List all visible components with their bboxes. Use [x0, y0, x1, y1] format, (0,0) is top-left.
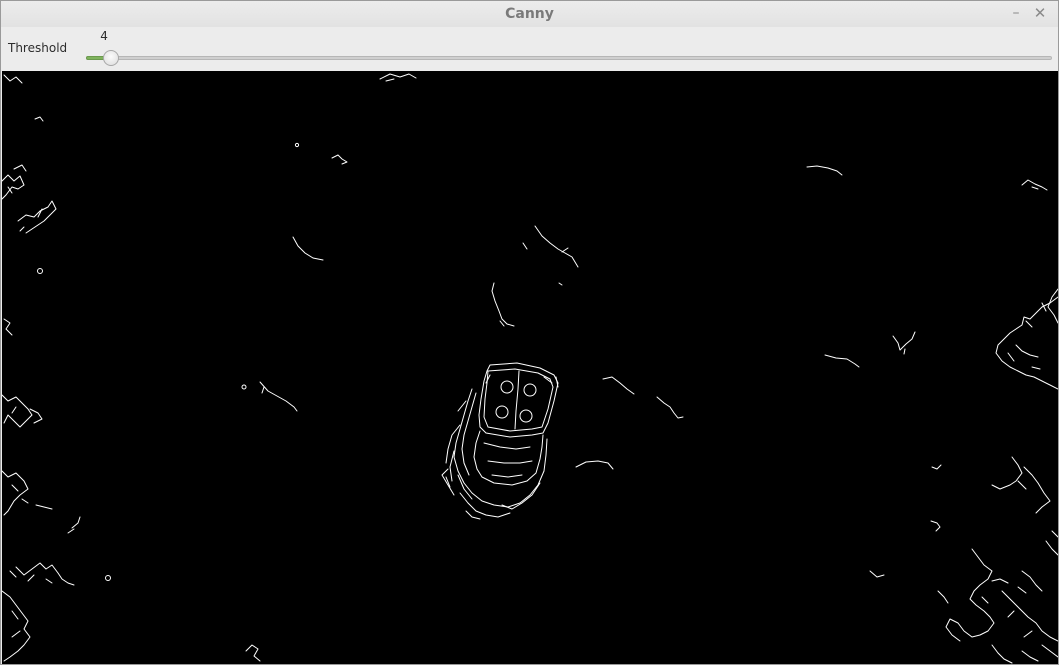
title-bar[interactable]: Canny – ✕ — [1, 1, 1058, 27]
threshold-label: Threshold — [8, 41, 68, 55]
window-title: Canny — [505, 6, 554, 22]
slider-track[interactable] — [86, 56, 1052, 60]
edge-map-graphic — [2, 73, 1058, 664]
slider-value: 4 — [100, 29, 108, 43]
minimize-icon[interactable]: – — [1006, 3, 1026, 23]
close-icon[interactable]: ✕ — [1030, 3, 1050, 23]
edge-image — [2, 71, 1058, 664]
threshold-slider[interactable]: 4 — [86, 29, 1052, 66]
slider-handle[interactable]: 4 — [100, 29, 120, 66]
trackbar-panel: Threshold 4 — [1, 27, 1058, 71]
app-window: Canny – ✕ Threshold 4 — [0, 0, 1059, 665]
